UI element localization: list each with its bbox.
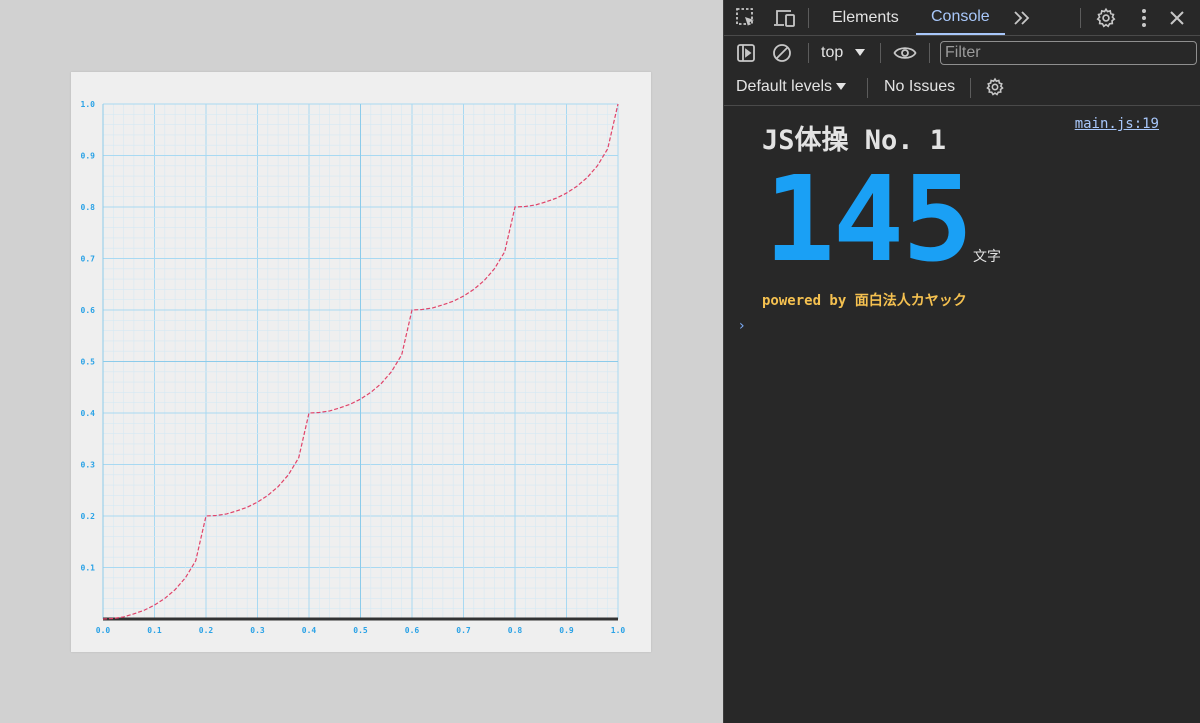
dropdown-arrow-icon [836,83,847,91]
character-count: 145 [764,150,973,288]
x-tick-label: 0.2 [199,626,214,635]
tab-elements[interactable]: Elements [817,0,914,35]
y-tick-label: 0.7 [81,255,96,264]
issues-button[interactable]: No Issues [884,78,955,96]
tab-separator [808,8,809,28]
toolbar-separator-3 [929,43,930,63]
x-tick-label: 0.7 [456,626,471,635]
y-tick-label: 0.1 [81,564,96,573]
tab-console[interactable]: Console [916,0,1005,35]
toolbar-separator-2 [880,43,881,63]
source-link[interactable]: main.js:19 [1075,116,1159,132]
y-tick-label: 0.4 [81,409,96,418]
y-tick-label: 0.6 [81,306,96,315]
y-tick-label: 0.2 [81,512,96,521]
y-tick-label: 0.8 [81,203,96,212]
canvas-panel: 0.0 0.1 0.2 0.3 0.4 0.5 0.6 0.7 0.8 0.9 1.0 0.1 0.2 0… [71,72,651,652]
log-levels-dropdown[interactable]: Default levels [736,78,847,96]
tab-separator-right [1080,8,1081,28]
more-options-icon[interactable] [1134,6,1154,30]
arc-staircase-plot: 0.0 0.1 0.2 0.3 0.4 0.5 0.6 0.7 0.8 0.9 1.0 0.1 0.2 0… [81,100,626,635]
filter-input[interactable] [940,41,1197,65]
devtools-tab-bar: Elements Console [724,0,1200,36]
sidebar-toggle-icon[interactable] [735,42,757,64]
double-chevron-icon[interactable] [1011,9,1033,27]
inspect-element-icon[interactable] [734,7,758,29]
console-settings-gear-icon[interactable] [984,76,1006,98]
clear-console-icon[interactable] [771,42,793,64]
context-value: top [821,44,844,61]
x-tick-label: 0.0 [96,626,111,635]
console-toolbar: top [724,36,1200,70]
levels-separator-2 [970,78,971,98]
x-tick-label: 0.3 [250,626,265,635]
x-tick-label: 0.6 [405,626,420,635]
console-prompt-caret[interactable]: › [739,318,745,334]
device-toolbar-icon[interactable] [771,7,797,29]
log-levels-label: Default levels [736,78,833,95]
levels-separator [867,78,868,98]
powered-by-text: powered by 面白法人カヤック [762,293,967,309]
x-tick-label: 0.9 [559,626,574,635]
x-tick-label: 0.1 [147,626,162,635]
x-tick-label: 0.5 [353,626,368,635]
close-icon[interactable] [1166,7,1188,29]
devtools-panel: Elements Console top Filter Default leve… [723,0,1200,723]
live-expression-eye-icon[interactable] [892,42,918,64]
x-tick-label: 1.0 [611,626,626,635]
settings-gear-icon[interactable] [1094,6,1118,30]
x-tick-label: 0.4 [302,626,317,635]
console-levels-bar: Default levels No Issues [724,70,1200,106]
character-unit: 文字 [973,249,1001,265]
y-tick-label: 0.3 [81,461,96,470]
y-tick-label: 1.0 [81,100,96,109]
x-tick-label: 0.8 [508,626,523,635]
dropdown-arrow-icon [855,49,866,57]
console-output: JS体操 No. 1 main.js:19 145 文字 powered by … [724,106,1200,723]
context-selector[interactable]: top [821,42,866,64]
toolbar-separator [808,43,809,63]
y-tick-label: 0.5 [81,358,96,367]
y-tick-label: 0.9 [81,152,96,161]
